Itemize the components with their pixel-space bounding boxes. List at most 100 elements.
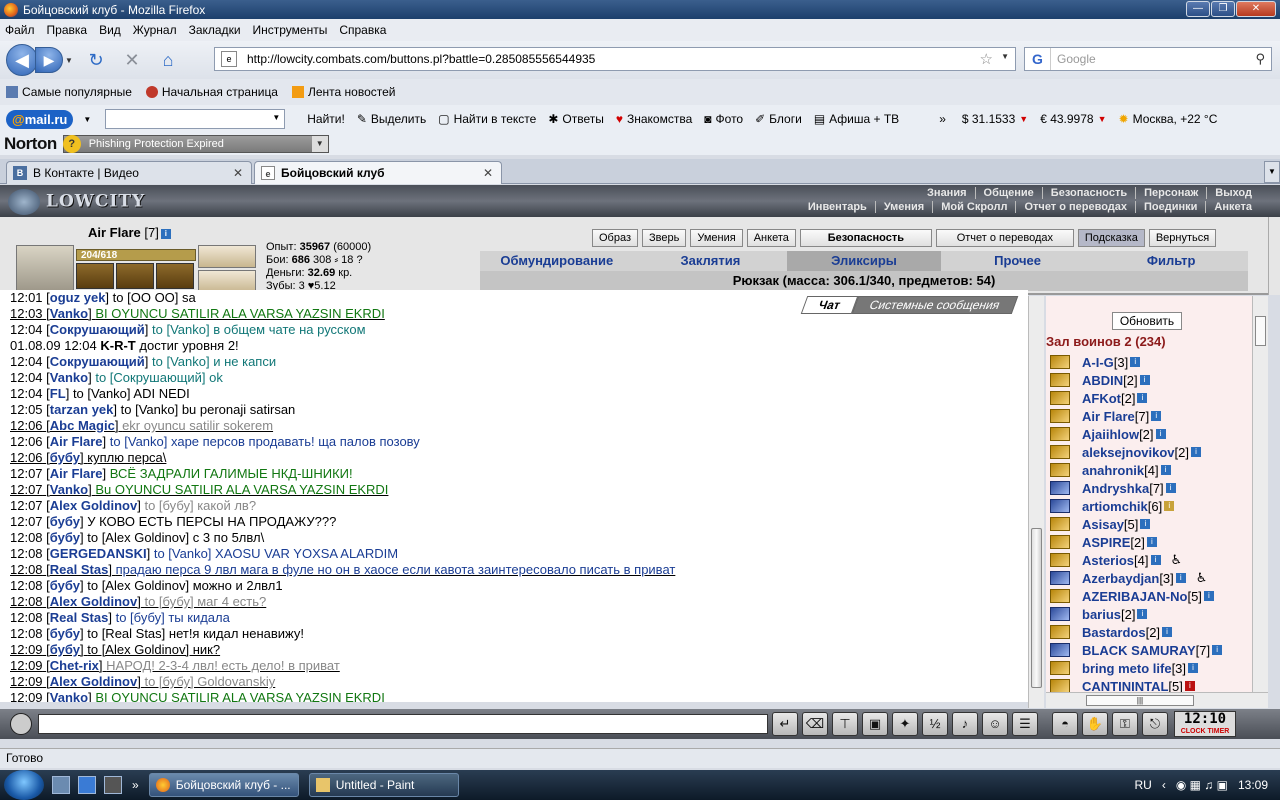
player-info-icon[interactable]: i xyxy=(1155,429,1166,439)
info-icon[interactable]: i xyxy=(160,228,171,239)
close-icon[interactable]: ✕ xyxy=(1236,1,1276,17)
room-scrollbar[interactable] xyxy=(1252,296,1268,692)
player-info-icon[interactable]: i xyxy=(1203,591,1214,601)
google-icon[interactable]: G xyxy=(1025,48,1051,70)
room-scroll-thumb[interactable] xyxy=(1255,316,1266,346)
chat-nick[interactable]: Сокрушающий xyxy=(50,322,145,337)
hint-button[interactable]: Подсказка xyxy=(1077,229,1145,247)
quicklaunch-desktop-icon[interactable] xyxy=(52,776,70,794)
nav-character[interactable]: Персонаж xyxy=(1135,187,1206,199)
player-name[interactable]: AFKot xyxy=(1082,391,1121,406)
player-name[interactable]: aleksejnovikov xyxy=(1082,445,1175,460)
chat-nick[interactable]: Chet-rix xyxy=(50,658,99,673)
private-message-icon[interactable] xyxy=(1050,445,1070,459)
chat-nick[interactable]: Alex Goldinov xyxy=(50,594,137,609)
player-info-icon[interactable]: i xyxy=(1162,627,1173,637)
chat-nick[interactable]: Vanko xyxy=(50,370,88,385)
nav-profile[interactable]: Анкета xyxy=(1205,201,1260,213)
chat-nick[interactable]: Vanko xyxy=(50,690,88,702)
chat-nick[interactable]: oguz yek xyxy=(50,290,106,305)
mailru-more[interactable]: » xyxy=(939,112,946,126)
tab-chat[interactable]: Чат xyxy=(800,296,859,314)
url-text[interactable]: http://lowcity.combats.com/buttons.pl?ba… xyxy=(247,52,595,66)
chat-nick[interactable]: Vanko xyxy=(50,482,88,497)
tab-other[interactable]: Прочее xyxy=(941,251,1095,271)
helmet-slot[interactable] xyxy=(16,245,74,293)
nav-transfer-report[interactable]: Отчет о переводах xyxy=(1015,201,1135,213)
image-button[interactable]: Образ xyxy=(592,229,639,247)
mailru-answers[interactable]: ✱ Ответы xyxy=(548,112,604,126)
chat-nick[interactable]: Сокрушающий xyxy=(50,354,145,369)
menu-history[interactable]: Журнал xyxy=(133,23,177,37)
transfer-report-button[interactable]: Отчет о переводах xyxy=(935,229,1074,247)
player-info-icon[interactable]: i xyxy=(1190,447,1201,457)
save-icon[interactable]: ▣ xyxy=(862,712,888,736)
item-slot[interactable] xyxy=(198,245,256,268)
mailru-find-in-text[interactable]: ▢ Найти в тексте xyxy=(438,112,536,126)
chat-nick[interactable]: Real Stas xyxy=(50,610,109,625)
item-slot[interactable] xyxy=(156,263,194,289)
private-message-icon[interactable] xyxy=(1050,589,1070,603)
bag-icon[interactable]: ◓ xyxy=(1052,712,1078,736)
pet-button[interactable]: Зверь xyxy=(642,229,687,247)
chat-nick[interactable]: Real Stas xyxy=(50,562,109,577)
chat-nick[interactable]: бубу xyxy=(50,514,80,529)
quicklaunch-more[interactable]: » xyxy=(132,778,139,792)
forward-icon[interactable]: ▶ xyxy=(35,47,63,73)
player-name[interactable]: bring meto life xyxy=(1082,661,1172,676)
profile-button[interactable]: Анкета xyxy=(746,229,796,247)
chat-mode-icon[interactable] xyxy=(10,713,32,735)
tray-clock[interactable]: 13:09 xyxy=(1238,778,1268,792)
chat-nick[interactable]: K-R-T xyxy=(100,338,135,353)
lock-icon[interactable]: ⚿ xyxy=(1112,712,1138,736)
player-info-icon[interactable]: i xyxy=(1160,465,1171,475)
mailru-highlight[interactable]: ✎ Выделить xyxy=(357,112,426,126)
private-message-icon[interactable] xyxy=(1050,679,1070,692)
private-message-icon[interactable] xyxy=(1050,571,1070,585)
url-dropdown-icon[interactable]: ▼ xyxy=(1001,52,1009,61)
mailru-input-dropdown-icon[interactable]: ▼ xyxy=(272,113,280,122)
private-message-icon[interactable] xyxy=(1050,481,1070,495)
chat-nick[interactable]: tarzan yek xyxy=(50,402,114,417)
nav-skills[interactable]: Умения xyxy=(874,201,932,213)
tab-vkontakte[interactable]: В В Контакте | Видео ✕ xyxy=(6,161,252,184)
room-hscroll-thumb[interactable]: ||| xyxy=(1086,695,1194,706)
private-message-icon[interactable] xyxy=(1050,463,1070,477)
chat-scroll-thumb[interactable] xyxy=(1031,528,1042,688)
chat-nick[interactable]: FL xyxy=(50,386,66,401)
weather[interactable]: ✹ Москва, +22 °C xyxy=(1119,112,1218,126)
player-name[interactable]: Air Flare xyxy=(1082,409,1135,424)
chat-nick[interactable]: Air Flare xyxy=(50,466,103,481)
room-hscrollbar[interactable]: ||| xyxy=(1046,692,1268,708)
chat-nick[interactable]: Alex Goldinov xyxy=(50,498,137,513)
player-info-icon[interactable]: i xyxy=(1130,357,1141,367)
bookmark-start-page[interactable]: Начальная страница xyxy=(145,85,278,99)
start-button-icon[interactable] xyxy=(4,770,44,800)
player-name[interactable]: anahronik xyxy=(1082,463,1144,478)
home-icon[interactable]: ⌂ xyxy=(155,47,181,73)
private-message-icon[interactable] xyxy=(1050,391,1070,405)
send-icon[interactable]: ↵ xyxy=(772,712,798,736)
chat-nick[interactable]: бубу xyxy=(50,642,80,657)
tab-spells[interactable]: Заклятия xyxy=(634,251,788,271)
skills-button[interactable]: Умения xyxy=(690,229,743,247)
bookmark-most-visited[interactable]: Самые популярные xyxy=(6,85,132,99)
player-name[interactable]: Asisay xyxy=(1082,517,1124,532)
tab-fight-club[interactable]: e Бойцовский клуб ✕ xyxy=(254,161,502,184)
filter-icon[interactable]: ⊤ xyxy=(832,712,858,736)
item-slot[interactable] xyxy=(76,263,114,289)
player-info-icon[interactable]: i xyxy=(1139,375,1150,385)
player-info-icon[interactable]: i xyxy=(1150,555,1161,565)
minimize-icon[interactable]: — xyxy=(1186,1,1210,17)
player-info-icon[interactable]: i xyxy=(1164,501,1175,511)
menu-help[interactable]: Справка xyxy=(339,23,386,37)
player-name[interactable]: barius xyxy=(1082,607,1121,622)
mailru-blogs[interactable]: ✐ Блоги xyxy=(755,112,802,126)
smiley-icon[interactable]: ☺ xyxy=(982,712,1008,736)
speed-icon[interactable]: ½ xyxy=(922,712,948,736)
chat-scrollbar[interactable] xyxy=(1028,296,1044,708)
private-message-icon[interactable] xyxy=(1050,373,1070,387)
chat-nick[interactable]: бубу xyxy=(50,530,80,545)
player-name[interactable]: ASPIRE xyxy=(1082,535,1130,550)
search-placeholder[interactable]: Google xyxy=(1057,52,1096,66)
